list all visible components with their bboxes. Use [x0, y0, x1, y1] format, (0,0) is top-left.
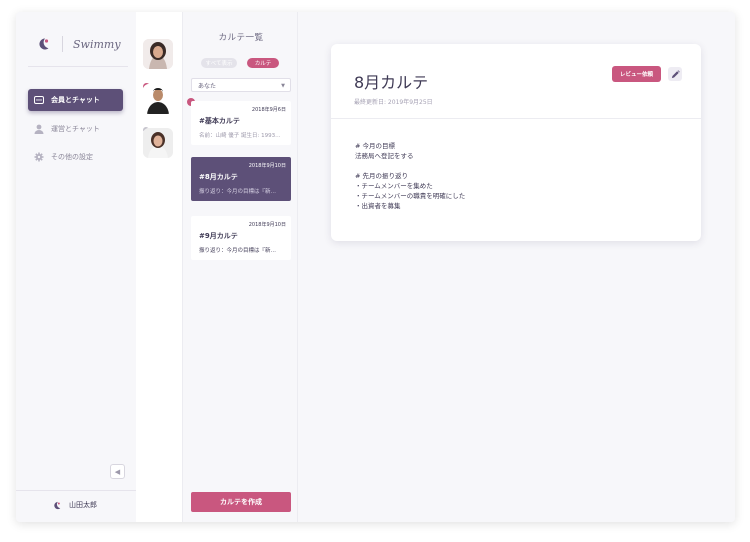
- person-icon: [34, 124, 44, 134]
- owner-filter-select[interactable]: あなた ▼: [191, 78, 291, 92]
- card-title: #9月カルテ: [199, 232, 238, 240]
- body-line: # 今月の目標: [355, 142, 396, 150]
- card-date: 2018年9月6日: [251, 107, 286, 113]
- create-karte-button[interactable]: カルテを作成: [191, 492, 291, 512]
- karte-document: 8月カルテ 最終更新日: 2019年9月25日 レビュー依頼 # 今月の目標 法…: [331, 44, 701, 241]
- divider: [331, 118, 701, 119]
- collapse-sidebar-button[interactable]: ◀: [110, 464, 125, 479]
- karte-card[interactable]: 2018年9月6日 #基本カルテ 名前：山崎 優子 誕生日: 1993…: [191, 101, 291, 145]
- chevron-left-icon: ◀: [114, 467, 121, 476]
- last-updated: 最終更新日: 2019年9月25日: [354, 99, 433, 106]
- divider: [28, 66, 128, 67]
- user-name: 山田太郎: [69, 501, 97, 509]
- avatar[interactable]: [143, 84, 173, 114]
- pencil-icon: [671, 69, 680, 78]
- nav-item-settings[interactable]: その他の設定: [28, 146, 123, 168]
- body-line: 法務局へ登記をする: [355, 152, 414, 160]
- body-line: ・チームメンバーの職責を明確にした: [355, 192, 466, 200]
- card-date: 2018年9月10日: [248, 163, 286, 169]
- chevron-down-icon: ▼: [281, 83, 285, 89]
- body-line: ・出資者を募集: [355, 202, 401, 210]
- gear-icon: [34, 152, 44, 162]
- toggle-show-all[interactable]: すべて表示: [201, 58, 237, 68]
- logo: Swimmy: [36, 36, 121, 52]
- card-title: #基本カルテ: [199, 117, 240, 125]
- current-user[interactable]: 山田太郎: [52, 500, 97, 510]
- card-title: #8月カルテ: [199, 173, 238, 181]
- divider: [16, 490, 136, 491]
- edit-button[interactable]: [668, 67, 682, 81]
- card-preview: 振り返り：今月の目標は『新…: [199, 248, 277, 254]
- list-title: カルテ一覧: [218, 33, 264, 43]
- user-avatar-icon: [54, 501, 61, 509]
- app-window: Swimmy 会員とチャット 運営とチャット その他の設定 ◀ 山田太郎 カルテ…: [16, 12, 735, 522]
- woman-photo-icon: [143, 128, 173, 158]
- karte-card-selected[interactable]: 2018年9月10日 #8月カルテ 振り返り：今月の目標は『新…: [191, 157, 291, 201]
- body-line: [355, 161, 465, 171]
- nav-item-label: 会員とチャット: [51, 96, 100, 104]
- nav-item-label: 運営とチャット: [51, 125, 100, 133]
- karte-title: 8月カルテ: [354, 73, 429, 92]
- woman-photo-icon: [143, 39, 173, 69]
- nav-item-label: その他の設定: [51, 153, 93, 161]
- nav-item-member-chat[interactable]: 会員とチャット: [28, 89, 123, 111]
- avatar[interactable]: [143, 39, 173, 69]
- member-avatar-list: [136, 12, 182, 522]
- karte-body: # 今月の目標 法務局へ登記をする # 先月の振り返り ・チームメンバーを集めた…: [355, 141, 465, 211]
- toggle-karte[interactable]: カルテ: [247, 58, 279, 68]
- card-preview: 名前：山崎 優子 誕生日: 1993…: [199, 133, 281, 139]
- karte-card[interactable]: 2018年9月10日 #9月カルテ 振り返り：今月の目標は『新…: [191, 216, 291, 260]
- app-name: Swimmy: [73, 37, 121, 51]
- card-date: 2018年9月10日: [248, 222, 286, 228]
- select-value: あなた: [198, 82, 217, 90]
- card-preview: 振り返り：今月の目標は『新…: [199, 189, 277, 195]
- request-review-button[interactable]: レビュー依頼: [612, 66, 661, 82]
- man-photo-icon: [143, 84, 173, 114]
- avatar[interactable]: [143, 128, 173, 158]
- chat-icon: [34, 95, 44, 105]
- body-line: ・チームメンバーを集めた: [355, 182, 433, 190]
- moon-logo-icon: [39, 38, 49, 50]
- sidebar: Swimmy 会員とチャット 運営とチャット その他の設定 ◀ 山田太郎: [16, 12, 136, 522]
- logo-separator: [62, 36, 63, 52]
- karte-detail-panel: 8月カルテ 最終更新日: 2019年9月25日 レビュー依頼 # 今月の目標 法…: [299, 12, 735, 522]
- nav-item-admin-chat[interactable]: 運営とチャット: [28, 118, 123, 140]
- body-line: # 先月の振り返り: [355, 172, 409, 180]
- karte-list-panel: カルテ一覧 すべて表示 カルテ あなた ▼ 2018年9月6日 #基本カルテ 名…: [182, 12, 298, 522]
